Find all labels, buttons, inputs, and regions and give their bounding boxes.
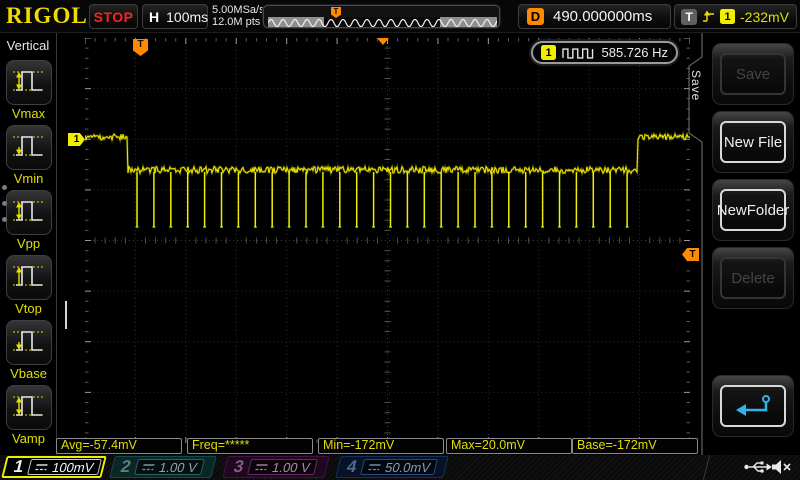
menu-item-vbase[interactable]: Vbase [0,320,57,381]
rising-edge-icon [703,10,714,22]
dc-coupling-icon [255,463,269,470]
run-state-badge: STOP [89,4,138,29]
softkey-save[interactable]: Save [712,43,794,105]
delay-readout: D 490.000000ms [518,4,671,29]
vmin-icon [10,129,48,166]
channel4-scale-box: 50.0mV [360,459,439,475]
right-menu: Save Save New File NewFolder Delete [686,33,800,455]
menu-item-vtop[interactable]: Vtop [0,255,57,316]
trigger-level-value: -232mV [740,8,790,25]
status-divider [702,455,711,480]
graticule [83,37,691,444]
measurement-base: Base=-172mV [572,438,698,454]
softkey-delete[interactable]: Delete [712,247,794,309]
menu-page-dot [2,185,7,190]
channel4-number: 4 [344,457,359,476]
vmax-icon [10,64,48,101]
dc-coupling-icon [142,463,156,470]
frequency-value: 585.726 Hz [601,45,669,60]
softkey-newfolder[interactable]: NewFolder [712,179,794,241]
delay-position-icon [377,38,389,45]
delay-value: 490.000000ms [553,8,653,25]
freq-channel-badge: 1 [541,45,556,60]
dc-coupling-icon [35,463,49,470]
menu-item-vamp[interactable]: Vamp [0,385,57,446]
usb-icon [743,459,773,480]
overview-wave-icon [268,18,497,27]
status-bar: RIGOL STOP H 100ms 5.00MSa/s 12.0M pts T… [0,0,800,33]
softkey-new-file[interactable]: New File [712,111,794,173]
channel3-number: 3 [231,457,246,476]
channel-status-bar: 1 100mV 2 1.00 V 3 1.00 V 4 50.0mV [0,455,800,480]
softkey-back[interactable] [712,375,794,437]
menu-item-vpp[interactable]: Vpp [0,190,57,251]
channel1-scale-box: 100mV [27,459,102,475]
waveform-display: 1 T T 1 585.726 Hz [68,37,699,444]
left-menu-title: Vertical [6,38,50,53]
channel2-scale-box: 1.00 V [134,459,206,475]
vamp-icon [10,389,48,426]
channel2-number: 2 [118,457,133,476]
measurement-max: Max=20.0mV [446,438,572,454]
left-menu: Vertical Vmax Vmin Vpp Vtop Vbase Vamp [0,33,57,455]
menu-tab-save: Save [689,70,703,102]
vpp-icon [10,194,48,231]
trigger-source-badge: 1 [720,9,735,24]
menu-item-vmin[interactable]: Vmin [0,125,57,186]
horizontal-label: H [149,8,160,25]
channel4-status[interactable]: 4 50.0mV [335,456,449,478]
sample-rate: 5.00MSa/s [212,4,265,16]
square-wave-icon [562,47,594,59]
vtop-icon [10,259,48,296]
measurement-freq: Freq=***** [187,438,313,454]
menu-page-dot [2,217,7,222]
measurement-min: Min=-172mV [318,438,444,454]
menu-item-vmax[interactable]: Vmax [0,60,57,121]
delay-label: D [527,8,544,25]
memory-depth: 12.0M pts [212,16,261,28]
brand-logo: RIGOL [6,3,88,28]
menu-page-dot [2,201,7,206]
trigger-readout: T 1 -232mV [674,4,797,29]
trigger-label: T [681,8,697,25]
speaker-muted-icon [770,458,792,480]
acquisition-info: 5.00MSa/s 12.0M pts [212,4,265,28]
oscilloscope-screen: RIGOL STOP H 100ms 5.00MSa/s 12.0M pts T… [0,0,800,480]
return-arrow-icon [736,395,770,416]
channel1-ground-marker[interactable]: 1 [68,133,85,146]
horizontal-scale-value: 100ms [166,8,209,25]
measurement-avg: Avg=-57.4mV [56,438,182,454]
horizontal-scale-box: H 100ms [142,4,208,29]
waveform-overview[interactable]: T [263,5,500,28]
channel2-status[interactable]: 2 1.00 V [109,456,217,478]
menu-scroll-indicator [65,301,67,329]
vbase-icon [10,324,48,361]
frequency-readout: 1 585.726 Hz [531,41,678,64]
dc-coupling-icon [368,463,382,470]
overview-window-bar [268,17,497,27]
run-state-text: STOP [93,8,134,25]
channel3-status[interactable]: 3 1.00 V [222,456,330,478]
channel3-scale-box: 1.00 V [247,459,319,475]
channel1-number: 1 [11,457,26,476]
channel1-status[interactable]: 1 100mV [1,456,107,478]
